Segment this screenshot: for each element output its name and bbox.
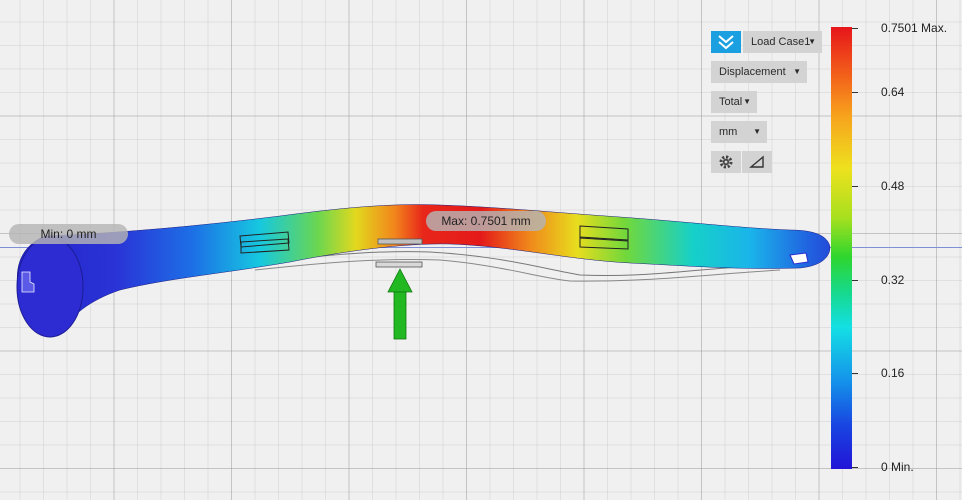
units-label: mm bbox=[719, 126, 738, 138]
min-probe-label[interactable]: Min: 0 mm bbox=[9, 224, 128, 244]
legend-tick bbox=[852, 373, 858, 375]
result-type-dropdown[interactable]: Displacement ▼ bbox=[711, 61, 807, 83]
units-dropdown[interactable]: mm ▼ bbox=[711, 121, 767, 143]
legend-tick bbox=[852, 92, 858, 94]
legend-tick-label: 0.64 bbox=[881, 85, 905, 100]
load-case-label: Load Case1 bbox=[751, 36, 811, 48]
load-plate-top bbox=[377, 238, 423, 245]
legend-tick-label: 0.32 bbox=[881, 272, 905, 287]
deformation-button[interactable] bbox=[742, 151, 772, 173]
chevron-down-icon: ▼ bbox=[793, 67, 801, 76]
component-label: Total bbox=[719, 96, 743, 108]
deformed-handle[interactable] bbox=[16, 204, 831, 337]
load-case-dropdown[interactable]: Load Case1 ▼ bbox=[743, 31, 822, 53]
chevron-down-icon: ▼ bbox=[743, 97, 751, 106]
legend-tick-label: 0.7501 Max. bbox=[881, 21, 948, 35]
triangle-icon bbox=[749, 155, 764, 168]
legend-tick bbox=[852, 186, 858, 188]
load-plate-bottom bbox=[375, 261, 423, 268]
legend-tick-label: 0 Min. bbox=[881, 460, 914, 474]
result-type-label: Displacement bbox=[719, 66, 786, 78]
legend-tick bbox=[852, 28, 858, 29]
min-probe-text: Min: 0 mm bbox=[40, 227, 97, 241]
load-case-icon-button[interactable] bbox=[711, 31, 741, 53]
legend-color-bar[interactable] bbox=[831, 27, 852, 469]
legend-tick bbox=[852, 467, 858, 468]
settings-button[interactable] bbox=[711, 151, 741, 173]
legend-tick bbox=[852, 279, 858, 281]
gear-icon bbox=[719, 155, 733, 169]
load-arrow-icon[interactable] bbox=[387, 268, 413, 340]
legend-tick-label: 0.48 bbox=[881, 179, 905, 194]
legend-tick-label: 0.16 bbox=[881, 366, 905, 381]
max-probe-label[interactable]: Max: 0.7501 mm bbox=[426, 211, 546, 231]
load-case-icon bbox=[718, 35, 734, 50]
chevron-down-icon: ▼ bbox=[808, 37, 816, 46]
chevron-down-icon: ▼ bbox=[753, 127, 761, 136]
component-dropdown[interactable]: Total ▼ bbox=[711, 91, 757, 113]
model-view[interactable] bbox=[0, 0, 962, 500]
max-probe-text: Max: 0.7501 mm bbox=[441, 214, 531, 228]
